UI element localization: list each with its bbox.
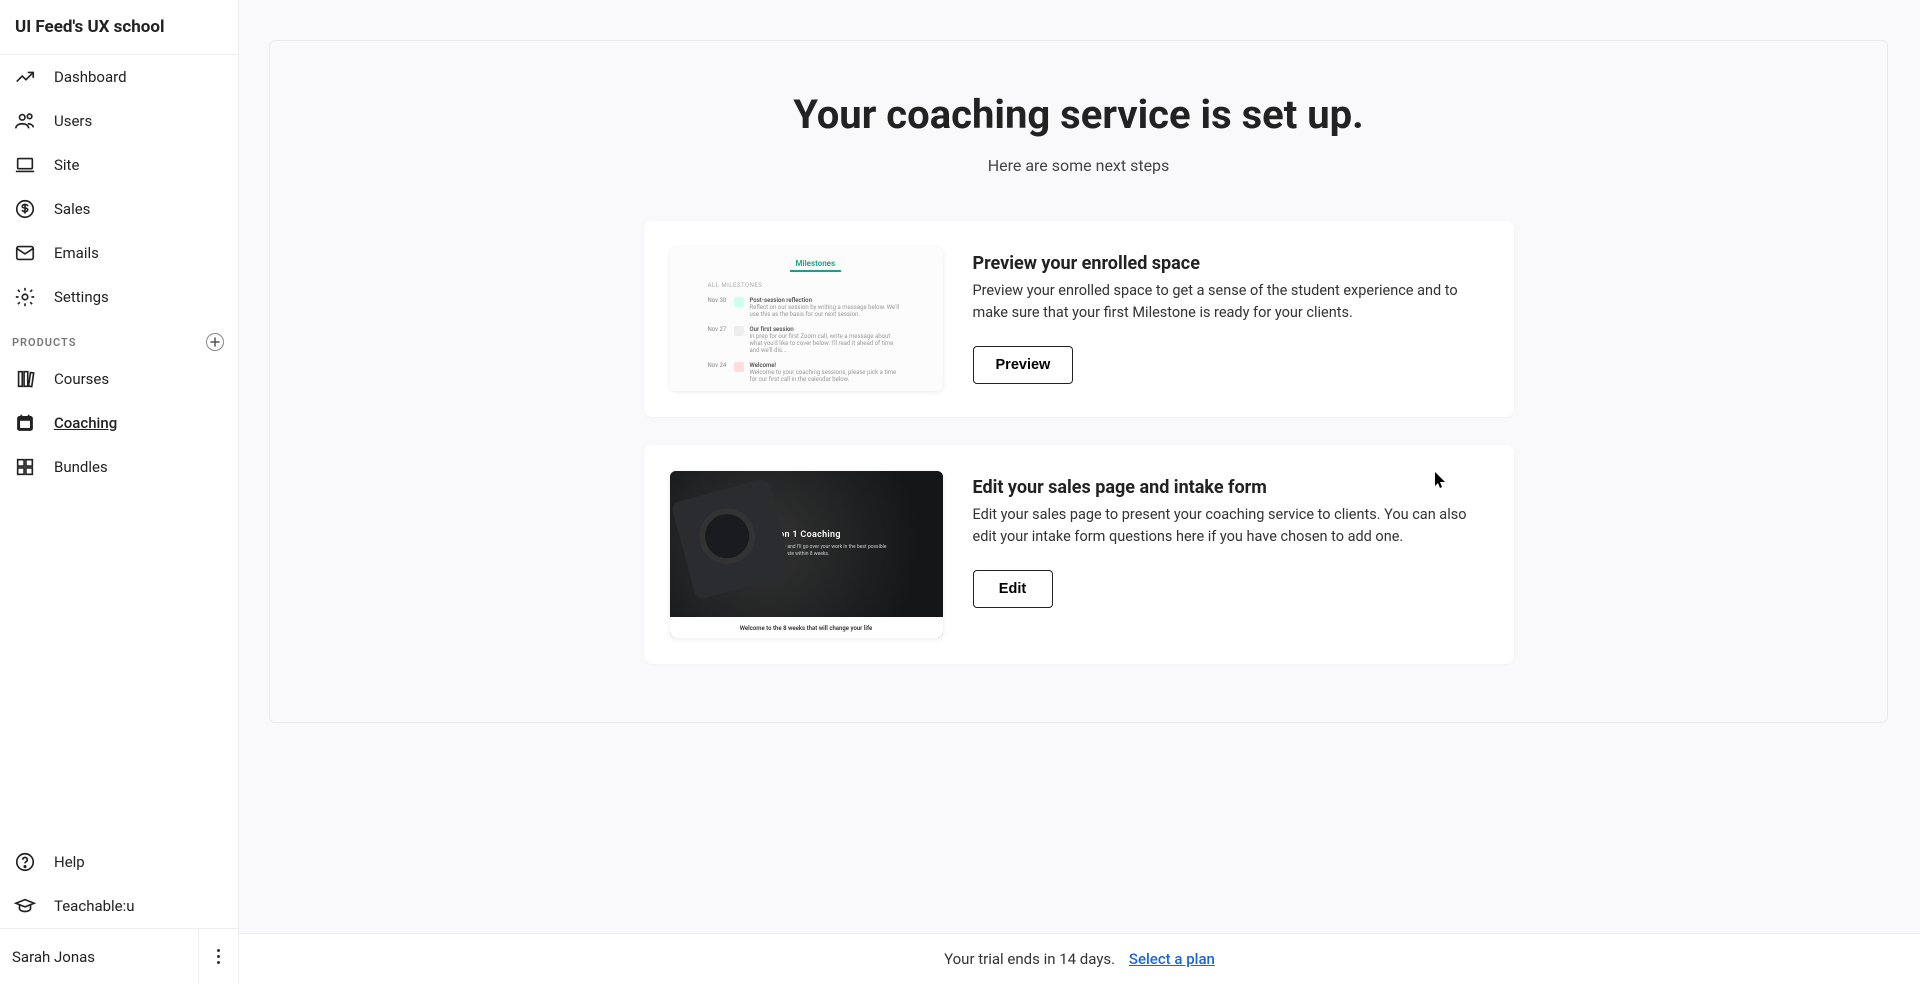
page-subtitle: Here are some next steps: [270, 156, 1887, 175]
nav-label: Settings: [54, 288, 109, 306]
current-user[interactable]: Sarah Jonas: [0, 929, 198, 984]
content-panel: Your coaching service is set up. Here ar…: [269, 40, 1888, 723]
trial-banner: Your trial ends in 14 days. Select a pla…: [239, 933, 1920, 984]
thumbnail-row-title: Our first session: [750, 326, 794, 333]
card-body: Edit your sales page and intake form Edi…: [973, 471, 1488, 638]
courses-icon: [12, 368, 38, 390]
sidebar-item-emails[interactable]: Emails: [0, 231, 238, 275]
page-title: Your coaching service is set up.: [270, 91, 1887, 138]
primary-nav: Dashboard Users Site Sales: [0, 55, 238, 319]
thumbnail-hero: 1 on 1 Coaching Sign up for 1 on 1 coach…: [670, 471, 943, 617]
card-preview-enrolled-space: Milestones ALL MILESTONES Nov 30 Post-se…: [644, 221, 1514, 417]
sidebar-item-help[interactable]: Help: [0, 840, 238, 884]
trial-message: Your trial ends in 14 days.: [944, 950, 1115, 968]
products-nav: Courses Coaching Bundles: [0, 357, 238, 489]
preview-button[interactable]: Preview: [973, 346, 1074, 384]
thumbnail-row-title: Welcome!: [750, 362, 777, 369]
nav-label: Coaching: [54, 414, 117, 432]
edit-button[interactable]: Edit: [973, 570, 1053, 608]
thumbnail-date: Nov 27: [708, 326, 728, 354]
thumbnail-milestones: Milestones ALL MILESTONES Nov 30 Post-se…: [670, 247, 943, 391]
nav-label: Teachable:u: [54, 897, 135, 915]
nav-label: Site: [54, 156, 79, 174]
sidebar-item-sales[interactable]: Sales: [0, 187, 238, 231]
bundles-icon: [12, 456, 38, 478]
nav-label: Emails: [54, 244, 99, 262]
add-product-button[interactable]: [206, 333, 224, 351]
nav-label: Users: [54, 112, 92, 130]
camera-icon: [670, 478, 792, 600]
nav-label: Sales: [54, 200, 90, 218]
thumbnail-date: Nov 24: [708, 362, 728, 383]
sidebar-item-courses[interactable]: Courses: [0, 357, 238, 401]
card-title: Edit your sales page and intake form: [973, 477, 1488, 498]
thumbnail-section-label: ALL MILESTONES: [708, 282, 943, 289]
users-icon: [12, 110, 38, 132]
school-title: UI Feed's UX school: [0, 0, 238, 55]
sidebar-item-coaching[interactable]: Coaching: [0, 401, 238, 445]
thumbnail-tab: Milestones: [790, 257, 842, 272]
thumbnail-row-icon: [734, 362, 744, 372]
more-vertical-icon: [217, 949, 220, 964]
thumbnail-row-sub: Welcome to your coaching sessions, pleas…: [750, 369, 897, 383]
nav-label: Courses: [54, 370, 109, 388]
thumbnail-row-icon: [734, 326, 744, 336]
mail-icon: [12, 242, 38, 264]
sidebar-item-site[interactable]: Site: [0, 143, 238, 187]
card-description: Edit your sales page to present your coa…: [973, 504, 1488, 548]
sidebar-bottom-nav: Help Teachable:u: [0, 840, 238, 928]
products-section-header: PRODUCTS: [0, 319, 238, 357]
main-content: Your coaching service is set up. Here ar…: [239, 0, 1920, 984]
thumbnail-date: Nov 30: [708, 297, 728, 318]
trend-icon: [12, 66, 38, 88]
calendar-icon: [12, 412, 38, 434]
sidebar-item-settings[interactable]: Settings: [0, 275, 238, 319]
laptop-icon: [12, 154, 38, 176]
thumbnail-hero-sub-line: state within 8 weeks.: [783, 551, 830, 557]
thumbnail-row-title: Post-session reflection: [750, 297, 812, 304]
sidebar-item-users[interactable]: Users: [0, 99, 238, 143]
help-icon: [12, 851, 38, 873]
nav-label: Dashboard: [54, 68, 127, 86]
sidebar-item-dashboard[interactable]: Dashboard: [0, 55, 238, 99]
nav-label: Help: [54, 853, 85, 871]
thumbnail-row: Nov 24 Welcome!Welcome to your coaching …: [708, 362, 905, 383]
thumbnail-row-sub: In prep for our first Zoom call, write a…: [750, 333, 894, 354]
content-scroll[interactable]: Your coaching service is set up. Here ar…: [239, 0, 1920, 933]
card-edit-sales-page: 1 on 1 Coaching Sign up for 1 on 1 coach…: [644, 445, 1514, 664]
thumbnail-row-sub: Reflect on our session by writing a mess…: [750, 304, 900, 318]
card-title: Preview your enrolled space: [973, 253, 1488, 274]
sidebar-item-bundles[interactable]: Bundles: [0, 445, 238, 489]
thumbnail-row-icon: [734, 297, 744, 307]
dollar-icon: [12, 198, 38, 220]
sidebar-footer: Sarah Jonas: [0, 928, 238, 984]
select-plan-link[interactable]: Select a plan: [1129, 950, 1215, 968]
user-menu-button[interactable]: [198, 929, 238, 984]
thumbnail-row: Nov 27 Our first sessionIn prep for our …: [708, 326, 905, 354]
card-body: Preview your enrolled space Preview your…: [973, 247, 1488, 391]
thumbnail-row: Nov 30 Post-session reflectionReflect on…: [708, 297, 905, 318]
grad-icon: [12, 895, 38, 917]
thumbnail-sales-page: 1 on 1 Coaching Sign up for 1 on 1 coach…: [670, 471, 943, 638]
card-description: Preview your enrolled space to get a sen…: [973, 280, 1488, 324]
nav-label: Bundles: [54, 458, 108, 476]
sidebar: UI Feed's UX school Dashboard Users Site: [0, 0, 239, 984]
products-header-label: PRODUCTS: [12, 336, 76, 349]
thumbnail-footer: Welcome to the 8 weeks that will change …: [670, 617, 943, 638]
gear-icon: [12, 286, 38, 308]
sidebar-item-teachableu[interactable]: Teachable:u: [0, 884, 238, 928]
